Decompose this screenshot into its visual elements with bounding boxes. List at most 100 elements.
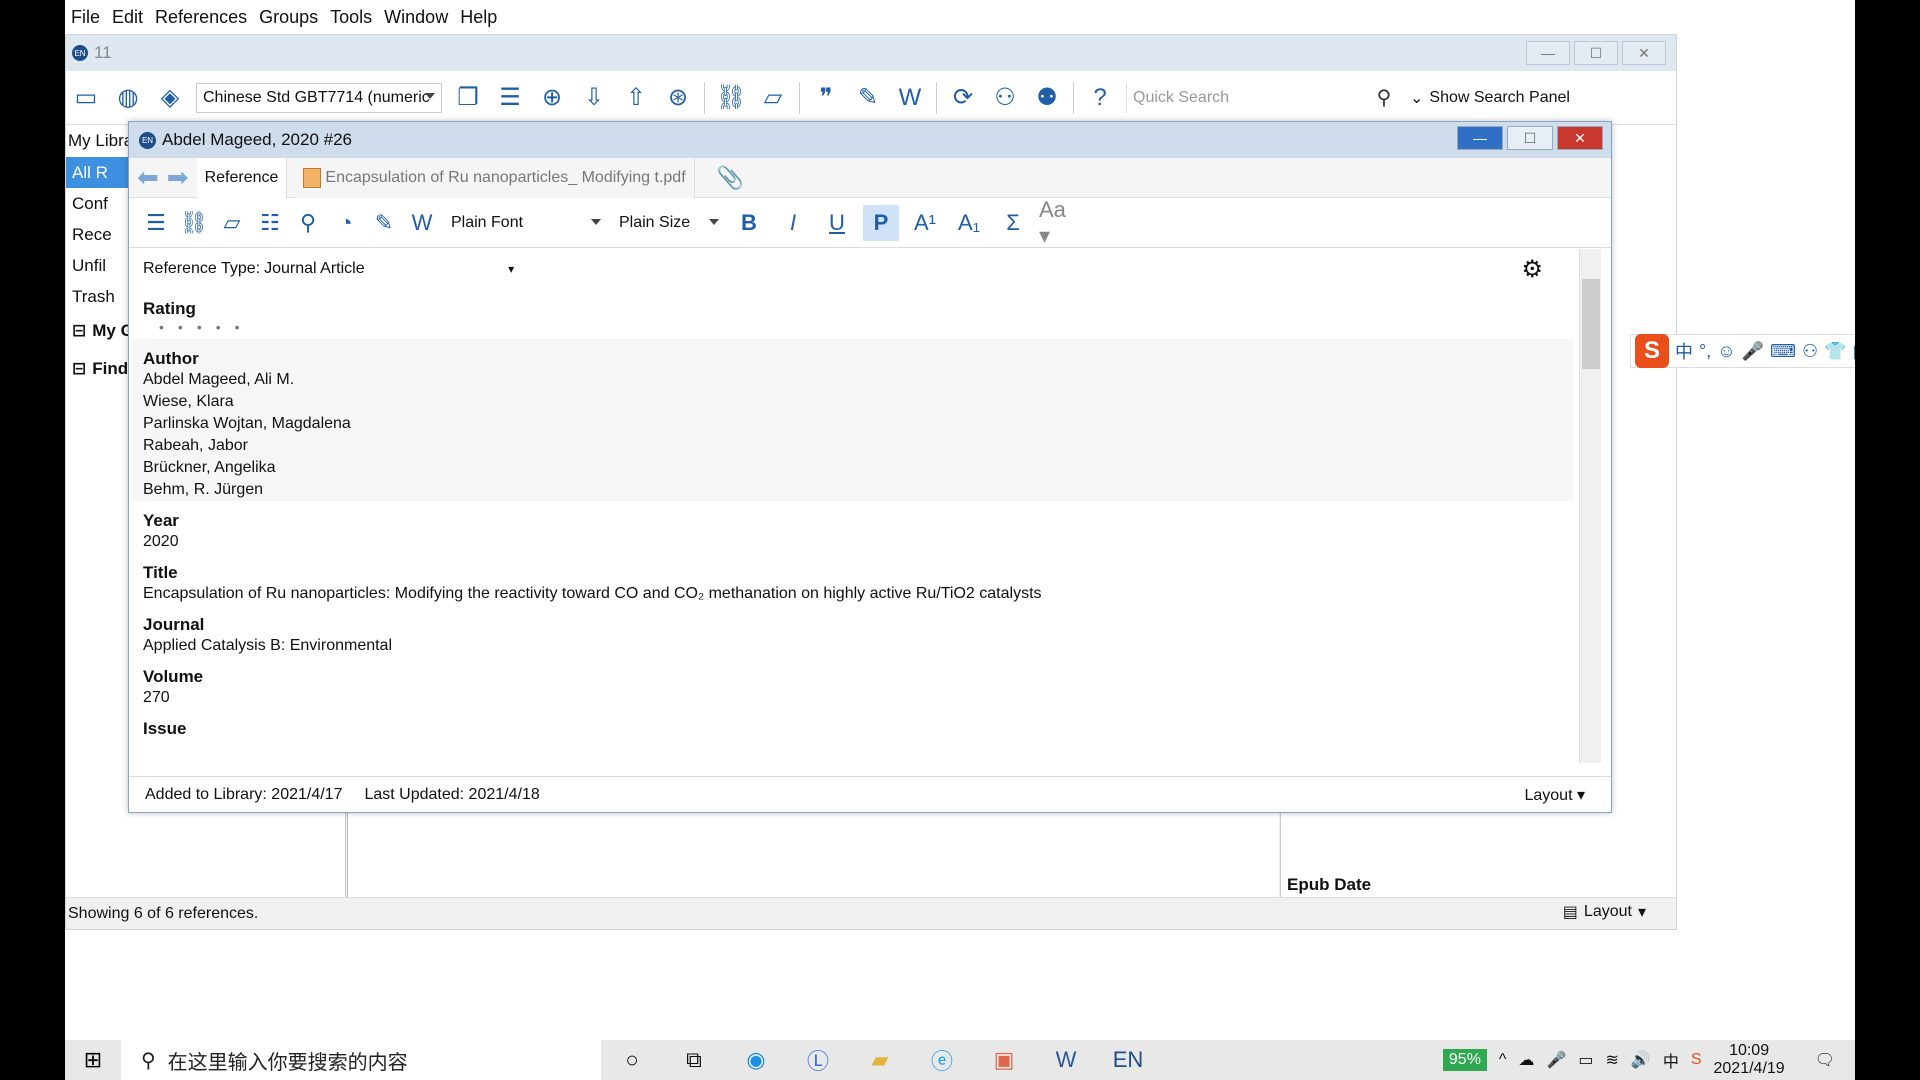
title-value[interactable]: Encapsulation of Ru nanoparticles: Modif… — [133, 583, 1573, 605]
edit-icon[interactable]: ✎ — [369, 208, 399, 238]
author-field[interactable]: Author Abdel Mageed, Ali M. Wiese, Klara… — [133, 339, 1573, 501]
search-icon[interactable]: ⚲ — [1368, 82, 1400, 114]
online-library-icon[interactable]: ◈ — [154, 82, 186, 114]
file-explorer-icon[interactable]: ▰ — [849, 1040, 911, 1080]
dialog-maximize-button[interactable]: ☐ — [1507, 126, 1553, 150]
subscript-button[interactable]: A₁ — [951, 205, 987, 241]
word-icon[interactable]: W — [407, 208, 437, 238]
menu-groups[interactable]: Groups — [253, 7, 324, 28]
reference-type-select[interactable]: Journal Article — [264, 260, 504, 278]
show-search-panel-button[interactable]: ⌄ Show Search Panel — [1410, 88, 1570, 108]
cloud-icon[interactable]: ☁ — [1518, 1050, 1534, 1070]
format-bibliography-icon[interactable]: ✎ — [852, 82, 884, 114]
export-icon[interactable]: ⇧ — [620, 82, 652, 114]
taskbar-search[interactable]: ⚲ 在这里输入你要搜索的内容 — [121, 1040, 601, 1080]
style-select[interactable]: Chinese Std GBT7714 (numeric — [196, 82, 442, 113]
copy-icon[interactable]: ❐ — [452, 82, 484, 114]
edge-icon[interactable]: ◉ — [725, 1040, 787, 1080]
sync-icon[interactable]: ⟳ — [947, 82, 979, 114]
apps-grid-icon[interactable]: ▦ — [1853, 341, 1855, 362]
settings-gear-icon[interactable]: ⚙ — [1521, 255, 1543, 284]
dialog-layout-button[interactable]: Layout ▾ — [1524, 785, 1585, 805]
globe-icon[interactable]: ◍ — [112, 82, 144, 114]
punctuation-icon[interactable]: °, — [1699, 341, 1711, 362]
journal-value[interactable]: Applied Catalysis B: Environmental — [133, 635, 1573, 657]
import-icon[interactable]: ⇩ — [578, 82, 610, 114]
slides-icon[interactable]: ▣ — [973, 1040, 1035, 1080]
back-arrow-icon[interactable]: ⬅ — [137, 162, 159, 193]
insert-citation-icon[interactable]: ❞ — [810, 82, 842, 114]
sogou-tray-icon[interactable]: S — [1691, 1051, 1702, 1069]
battery-indicator[interactable]: 95% — [1442, 1049, 1487, 1071]
new-reference-icon[interactable]: ☰ — [494, 82, 526, 114]
share-icon[interactable]: ⚇ — [989, 82, 1021, 114]
browser-icon[interactable]: ⓔ — [911, 1040, 973, 1080]
menu-references[interactable]: References — [149, 7, 253, 28]
user-icon[interactable]: ⚇ — [1802, 341, 1818, 362]
input-method-icon[interactable]: 中 — [1663, 1048, 1679, 1072]
menu-edit[interactable]: Edit — [106, 7, 149, 28]
battery-icon[interactable]: ▭ — [1578, 1050, 1593, 1070]
folder-icon[interactable]: ▭ — [70, 82, 102, 114]
open-file-icon[interactable]: ▱ — [217, 208, 247, 238]
superscript-button[interactable]: A¹ — [907, 205, 943, 241]
open-link-icon[interactable]: ⛓ — [179, 208, 209, 238]
menu-tools[interactable]: Tools — [324, 7, 378, 28]
microphone-icon[interactable]: 🎤 — [1742, 341, 1764, 362]
clock[interactable]: 10:09 2021/4/19 — [1714, 1042, 1785, 1078]
layout-button[interactable]: ▤ Layout ▾ — [1563, 902, 1646, 922]
tray-expand-icon[interactable]: ^ — [1499, 1051, 1507, 1069]
new-reference-icon[interactable]: ☰ — [141, 208, 171, 238]
find-fulltext-icon[interactable]: ⊛ — [662, 82, 694, 114]
quick-search-input[interactable]: Quick Search — [1126, 82, 1358, 113]
plain-button[interactable]: P — [863, 204, 899, 241]
find-icon[interactable]: ⚲ — [293, 208, 323, 238]
skin-icon[interactable]: 👕 — [1824, 341, 1846, 362]
attach-icon[interactable]: ☷ — [255, 208, 285, 238]
microphone-icon[interactable]: 🎤 — [1546, 1050, 1566, 1070]
task-view-icon[interactable]: ⧉ — [663, 1040, 725, 1080]
wifi-icon[interactable]: ≋ — [1605, 1050, 1618, 1070]
open-file-icon[interactable]: ▱ — [757, 82, 789, 114]
paperclip-icon[interactable]: 📎 — [717, 165, 744, 191]
open-link-icon[interactable]: ⛓ — [715, 82, 747, 114]
emoji-icon[interactable]: ☺ — [1717, 341, 1735, 362]
word-icon[interactable]: W — [894, 82, 926, 114]
symbol-button[interactable]: Σ — [995, 205, 1031, 241]
dialog-close-button[interactable]: ✕ — [1557, 126, 1603, 150]
maximize-button[interactable]: ☐ — [1574, 41, 1618, 65]
bold-button[interactable]: B — [731, 205, 767, 241]
fields-scrollbar[interactable] — [1579, 249, 1601, 763]
chevron-down-icon[interactable]: ▾ — [508, 262, 514, 276]
menu-file[interactable]: File — [65, 7, 106, 28]
forward-arrow-icon[interactable]: ➡ — [167, 162, 189, 193]
rating-dots[interactable]: • • • • • — [133, 319, 1573, 339]
close-button[interactable]: ✕ — [1622, 41, 1666, 65]
user-icon[interactable]: ⚉ — [1031, 82, 1063, 114]
year-value[interactable]: 2020 — [133, 531, 1573, 553]
italic-button[interactable]: I — [775, 205, 811, 241]
help-icon[interactable]: ? — [1084, 82, 1116, 114]
volume-icon[interactable]: 🔊 — [1631, 1050, 1651, 1070]
endnote-taskbar-icon[interactable]: EN — [1097, 1040, 1159, 1080]
sogou-icon[interactable]: S — [1635, 334, 1669, 368]
dialog-minimize-button[interactable]: — — [1457, 126, 1503, 150]
word-taskbar-icon[interactable]: W — [1035, 1040, 1097, 1080]
font-case-button[interactable]: Aa ▾ — [1039, 197, 1075, 248]
menu-help[interactable]: Help — [454, 7, 503, 28]
online-search-icon[interactable]: ⊕ — [536, 82, 568, 114]
l-app-icon[interactable]: Ⓛ — [787, 1040, 849, 1080]
chinese-mode-icon[interactable]: 中 — [1675, 338, 1693, 364]
fulltext-icon[interactable]: ◔ — [331, 208, 361, 238]
tab-pdf[interactable]: Encapsulation of Ru nanoparticles_ Modif… — [295, 157, 695, 198]
minimize-button[interactable]: — — [1526, 41, 1570, 65]
windows-start-icon[interactable]: ⊞ — [65, 1047, 121, 1073]
cortana-icon[interactable]: ○ — [601, 1040, 663, 1080]
size-select[interactable]: Plain Size — [613, 209, 723, 237]
volume-value[interactable]: 270 — [133, 687, 1573, 709]
keyboard-icon[interactable]: ⌨ — [1770, 341, 1796, 362]
notification-icon[interactable]: 🗨 — [1815, 1050, 1835, 1070]
menu-window[interactable]: Window — [378, 7, 454, 28]
tab-reference[interactable]: Reference — [196, 157, 288, 198]
font-select[interactable]: Plain Font — [445, 209, 605, 237]
